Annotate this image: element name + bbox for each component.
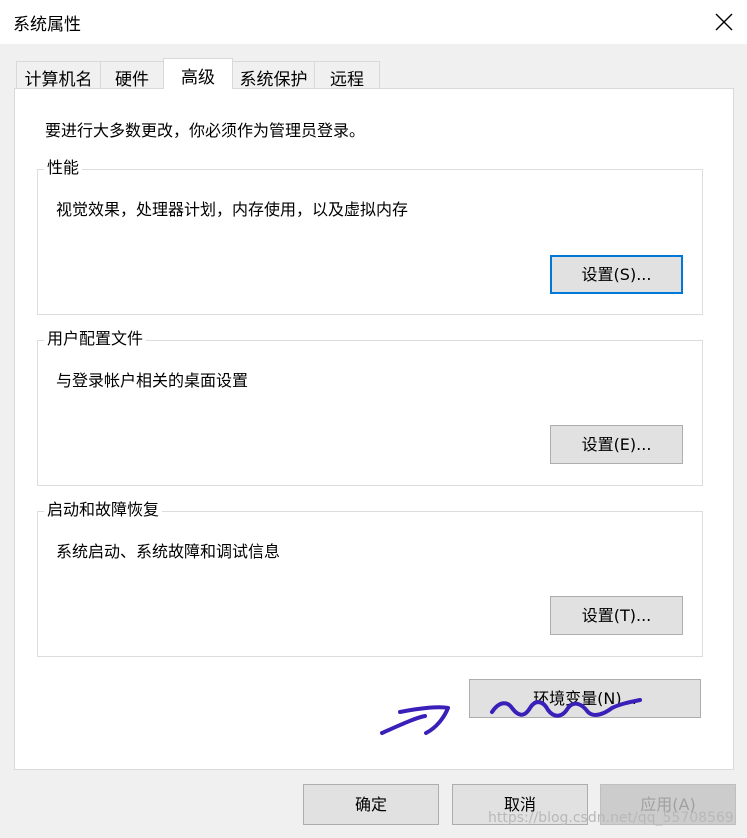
ok-button[interactable]: 确定 bbox=[303, 784, 439, 825]
admin-notice: 要进行大多数更改，你必须作为管理员登录。 bbox=[45, 121, 366, 140]
user-profiles-group: 用户配置文件 与登录帐户相关的桌面设置 设置(E)... bbox=[37, 329, 703, 486]
startup-recovery-settings-button[interactable]: 设置(T)... bbox=[550, 596, 683, 635]
tab-advanced[interactable]: 高级 bbox=[163, 58, 233, 89]
performance-description: 视觉效果，处理器计划，内存使用，以及虚拟内存 bbox=[56, 200, 409, 219]
close-icon bbox=[715, 13, 733, 31]
title-bar: 系统属性 bbox=[0, 0, 747, 44]
tab-computer-name[interactable]: 计算机名 bbox=[16, 61, 101, 90]
user-profiles-group-title: 用户配置文件 bbox=[44, 329, 147, 349]
close-button[interactable] bbox=[701, 0, 747, 44]
window-title: 系统属性 bbox=[13, 15, 81, 35]
performance-settings-button[interactable]: 设置(S)... bbox=[550, 255, 683, 294]
startup-recovery-group-title: 启动和故障恢复 bbox=[44, 500, 163, 520]
advanced-panel: 要进行大多数更改，你必须作为管理员登录。 性能 视觉效果，处理器计划，内存使用，… bbox=[14, 88, 734, 770]
performance-group: 性能 视觉效果，处理器计划，内存使用，以及虚拟内存 设置(S)... bbox=[37, 158, 703, 315]
environment-variables-button[interactable]: 环境变量(N)... bbox=[469, 679, 701, 718]
startup-recovery-group: 启动和故障恢复 系统启动、系统故障和调试信息 设置(T)... bbox=[37, 500, 703, 657]
user-profiles-settings-button[interactable]: 设置(E)... bbox=[550, 425, 683, 464]
user-profiles-description: 与登录帐户相关的桌面设置 bbox=[56, 371, 249, 390]
tab-hardware[interactable]: 硬件 bbox=[100, 61, 164, 90]
tab-system-protection[interactable]: 系统保护 bbox=[232, 61, 315, 90]
watermark: https://blog.csdn.net/qq_55708569 bbox=[488, 810, 734, 826]
tab-remote[interactable]: 远程 bbox=[314, 61, 380, 90]
startup-recovery-description: 系统启动、系统故障和调试信息 bbox=[56, 542, 281, 561]
performance-group-title: 性能 bbox=[44, 158, 83, 178]
